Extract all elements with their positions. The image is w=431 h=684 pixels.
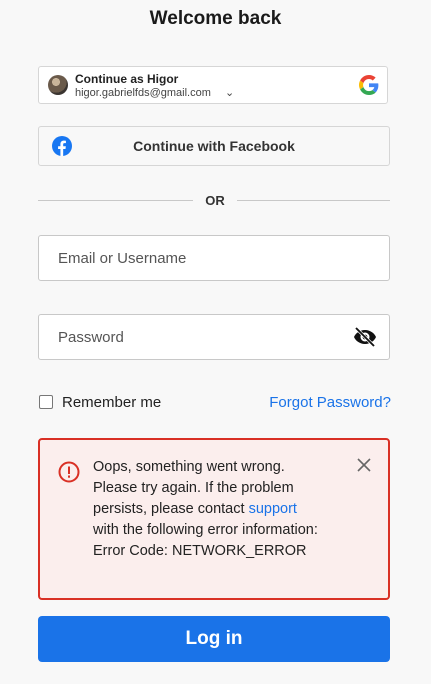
- eye-off-icon[interactable]: [353, 327, 377, 347]
- continue-with-facebook-button[interactable]: Continue with Facebook: [38, 126, 390, 166]
- forgot-password-link[interactable]: Forgot Password?: [269, 394, 391, 411]
- google-icon: [359, 75, 379, 95]
- divider-right: [237, 200, 390, 201]
- error-code: Error Code: NETWORK_ERROR: [93, 543, 307, 559]
- error-alert: Oops, something went wrong. Please try a…: [38, 438, 390, 600]
- google-account-name: Continue as Higor: [75, 72, 179, 86]
- support-link[interactable]: support: [249, 501, 297, 517]
- close-icon[interactable]: [356, 457, 372, 473]
- login-page: Welcome back Continue as Higor higor.gab…: [0, 0, 431, 684]
- google-account-email: higor.gabrielfds@gmail.com: [75, 87, 211, 99]
- password-field-container: [38, 314, 390, 360]
- error-message-text-2: with the following error information:: [93, 522, 318, 538]
- remember-me-label[interactable]: Remember me: [62, 394, 161, 411]
- avatar: [48, 75, 68, 95]
- continue-with-google-button[interactable]: Continue as Higor higor.gabrielfds@gmail…: [38, 66, 388, 104]
- chevron-down-icon[interactable]: ⌄: [225, 86, 234, 99]
- password-input[interactable]: [39, 315, 339, 359]
- remember-me-checkbox[interactable]: [39, 395, 53, 409]
- or-separator: OR: [205, 193, 225, 208]
- facebook-button-label: Continue with Facebook: [133, 138, 295, 154]
- remember-me: Remember me: [38, 394, 238, 414]
- email-field-container: [38, 235, 390, 281]
- error-message: Oops, something went wrong. Please try a…: [93, 457, 333, 562]
- login-button[interactable]: Log in: [38, 616, 390, 662]
- error-icon: [58, 461, 80, 483]
- page-title: Welcome back: [149, 8, 282, 29]
- email-username-input[interactable]: [39, 236, 339, 280]
- divider-left: [38, 200, 193, 201]
